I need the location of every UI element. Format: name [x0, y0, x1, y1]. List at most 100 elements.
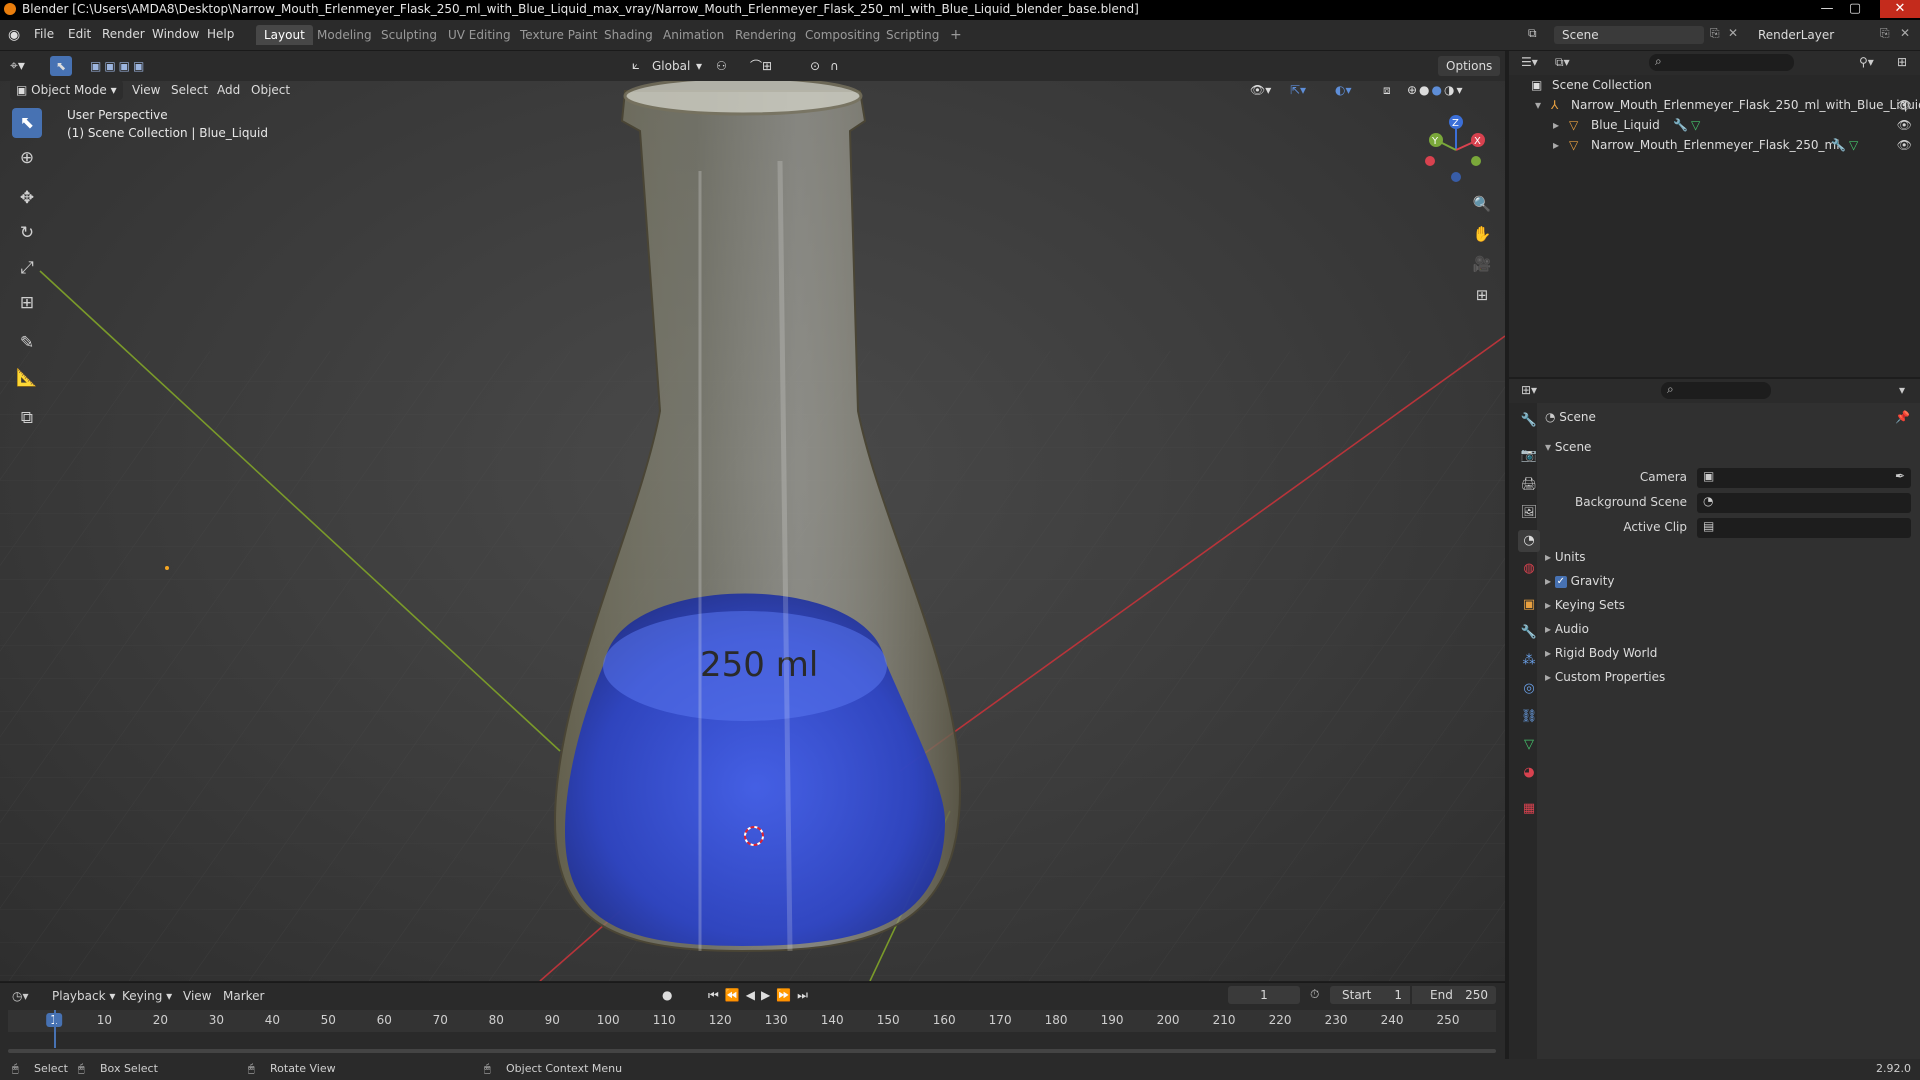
transform-orientation-dropdown[interactable]: Global	[652, 56, 690, 76]
options-dropdown[interactable]: Options	[1438, 56, 1501, 76]
select-box-tool-icon[interactable]: ⬉	[12, 108, 42, 138]
add-cube-tool-icon[interactable]: ⧉	[12, 403, 42, 433]
annotate-tool-icon[interactable]: ✎	[12, 328, 42, 358]
rotate-tool-icon[interactable]: ↻	[12, 218, 42, 248]
outliner-row-collection[interactable]: ▾ ⅄ Narrow_Mouth_Erlenmeyer_Flask_250_ml…	[1509, 95, 1920, 115]
timeline-scrollbar[interactable]	[8, 1049, 1496, 1053]
texture-tab-icon[interactable]: ▦	[1518, 798, 1540, 820]
rigid-body-world-panel-header[interactable]: ▸ Rigid Body World	[1545, 642, 1657, 664]
timeline-menu-playback[interactable]: Playback ▾	[52, 989, 115, 1003]
filter-icon[interactable]: ⚲▾	[1859, 55, 1874, 69]
outliner-row-scene-collection[interactable]: ▣ Scene Collection	[1509, 75, 1920, 95]
current-frame-field[interactable]: 1	[1228, 986, 1300, 1004]
transform-tool-icon[interactable]: ⊞	[12, 288, 42, 318]
snap-icon[interactable]: ⌒⊞	[750, 56, 772, 76]
navigation-gizmo[interactable]: Z X Y	[1420, 110, 1500, 190]
playback-controls[interactable]: ⏮⏪◀▶⏩⏭	[708, 988, 814, 1003]
renderlayer-field[interactable]: RenderLayer	[1750, 26, 1880, 44]
start-frame-field[interactable]: Start 1	[1330, 986, 1410, 1004]
tab-uv-editing[interactable]: UV Editing	[440, 25, 519, 45]
pin-icon[interactable]: 📌	[1895, 410, 1910, 424]
new-collection-icon[interactable]: ⊞	[1897, 55, 1907, 69]
particles-tab-icon[interactable]: ⁂	[1518, 650, 1540, 672]
expand-arrow-icon[interactable]: ▾	[1535, 95, 1541, 115]
visibility-icon[interactable]: 👁▾	[1250, 80, 1271, 100]
keying-sets-panel-header[interactable]: ▸ Keying Sets	[1545, 594, 1625, 616]
chevron-down-icon[interactable]: ▾	[1899, 383, 1905, 397]
material-tab-icon[interactable]: ◕	[1518, 762, 1540, 784]
selection-mode-icons[interactable]: ▣▣▣▣	[90, 56, 147, 76]
camera-view-icon[interactable]: 🎥	[1470, 252, 1494, 276]
gizmo-toggle-icon[interactable]: ⇱▾	[1290, 80, 1306, 100]
proportional-edit-icon[interactable]: ⊙	[810, 56, 820, 76]
active-clip-field[interactable]: ▤	[1697, 518, 1911, 538]
renderlayer-new-icon[interactable]: ⎘	[1880, 26, 1890, 41]
menu-render[interactable]: Render	[102, 27, 145, 41]
cursor-tool-icon[interactable]: ⊕	[12, 143, 42, 173]
gravity-panel-header[interactable]: ▸ ✓ Gravity	[1545, 570, 1615, 592]
measure-tool-icon[interactable]: 📐	[12, 363, 42, 393]
tab-animation[interactable]: Animation	[655, 25, 732, 45]
scene-browse-icon[interactable]: ⧉	[1528, 26, 1537, 41]
menu-window[interactable]: Window	[152, 27, 199, 41]
overlays-icon[interactable]: ◐▾	[1335, 80, 1352, 100]
select-tool-icon[interactable]: ⬉	[50, 56, 72, 76]
editor-type-icon[interactable]: ⌖▾	[10, 56, 25, 76]
display-mode-icon[interactable]: ⧉▾	[1555, 55, 1570, 70]
units-panel-header[interactable]: ▸ Units	[1545, 546, 1586, 568]
tab-scripting[interactable]: Scripting	[878, 25, 947, 45]
timeline-menu-view[interactable]: View	[183, 989, 211, 1003]
maximize-button[interactable]: ▢	[1842, 0, 1868, 18]
add-workspace-button[interactable]: +	[942, 25, 970, 45]
audio-panel-header[interactable]: ▸ Audio	[1545, 618, 1589, 640]
scene-new-icon[interactable]: ⎘	[1710, 26, 1720, 41]
scale-tool-icon[interactable]: ⤢	[12, 253, 42, 283]
tab-compositing[interactable]: Compositing	[797, 25, 888, 45]
menu-file[interactable]: File	[34, 27, 54, 41]
tab-shading[interactable]: Shading	[596, 25, 661, 45]
3d-viewport[interactable]: 250 ml	[0, 51, 1505, 981]
menu-select[interactable]: Select	[171, 80, 208, 100]
zoom-icon[interactable]: 🔍	[1470, 192, 1494, 216]
tab-texture-paint[interactable]: Texture Paint	[512, 25, 605, 45]
eye-icon[interactable]: 👁	[1897, 135, 1912, 155]
falloff-icon[interactable]: ∩	[830, 56, 839, 76]
eyedropper-icon[interactable]: ✒	[1895, 469, 1905, 483]
custom-properties-panel-header[interactable]: ▸ Custom Properties	[1545, 666, 1665, 688]
menu-object[interactable]: Object	[251, 80, 290, 100]
properties-editor-icon[interactable]: ⊞▾	[1521, 383, 1537, 397]
minimize-button[interactable]: —	[1814, 0, 1840, 18]
pan-hand-icon[interactable]: ✋	[1470, 222, 1494, 246]
scene-name-field[interactable]: Scene	[1554, 26, 1704, 44]
object-tab-icon[interactable]: ▣	[1518, 594, 1540, 616]
object-mode-dropdown[interactable]: ▣ Object Mode ▾	[10, 80, 123, 100]
physics-tab-icon[interactable]: ◎	[1518, 678, 1540, 700]
tab-modeling[interactable]: Modeling	[309, 25, 380, 45]
timeline-editor-icon[interactable]: ◷▾	[12, 989, 29, 1003]
menu-view[interactable]: View	[132, 80, 160, 100]
camera-field[interactable]: ▣ ✒	[1697, 468, 1911, 488]
background-scene-field[interactable]: ◔	[1697, 493, 1911, 513]
scene-panel-header[interactable]: ▾ Scene	[1545, 436, 1591, 458]
eye-icon[interactable]: 👁	[1897, 95, 1912, 115]
blender-menu-icon[interactable]: ◉	[8, 27, 20, 43]
tab-rendering[interactable]: Rendering	[727, 25, 804, 45]
expand-arrow-icon[interactable]: ▸	[1553, 115, 1559, 135]
tab-layout[interactable]: Layout	[256, 25, 313, 45]
menu-help[interactable]: Help	[207, 27, 234, 41]
eye-icon[interactable]: 👁	[1897, 115, 1912, 135]
properties-search-input[interactable]	[1661, 382, 1771, 399]
outliner-search-input[interactable]	[1649, 54, 1794, 71]
move-tool-icon[interactable]: ✥	[12, 183, 42, 213]
close-window-button[interactable]: ✕	[1880, 0, 1920, 18]
scene-unlink-icon[interactable]: ✕	[1728, 26, 1738, 40]
modifier-tab-icon[interactable]: 🔧	[1518, 622, 1540, 644]
outliner-row-flask[interactable]: ▸ ▽ Narrow_Mouth_Erlenmeyer_Flask_250_ml…	[1509, 135, 1920, 155]
shading-mode-icons[interactable]: ⊕●●◑▾	[1407, 80, 1465, 100]
stopwatch-icon[interactable]: ⏱	[1310, 987, 1319, 1002]
xray-icon[interactable]: ⧈	[1383, 80, 1391, 100]
menu-edit[interactable]: Edit	[68, 27, 91, 41]
perspective-toggle-icon[interactable]: ⊞	[1470, 283, 1494, 307]
timeline-menu-keying[interactable]: Keying ▾	[122, 989, 172, 1003]
outliner-editor-icon[interactable]: ☰▾	[1521, 55, 1538, 69]
